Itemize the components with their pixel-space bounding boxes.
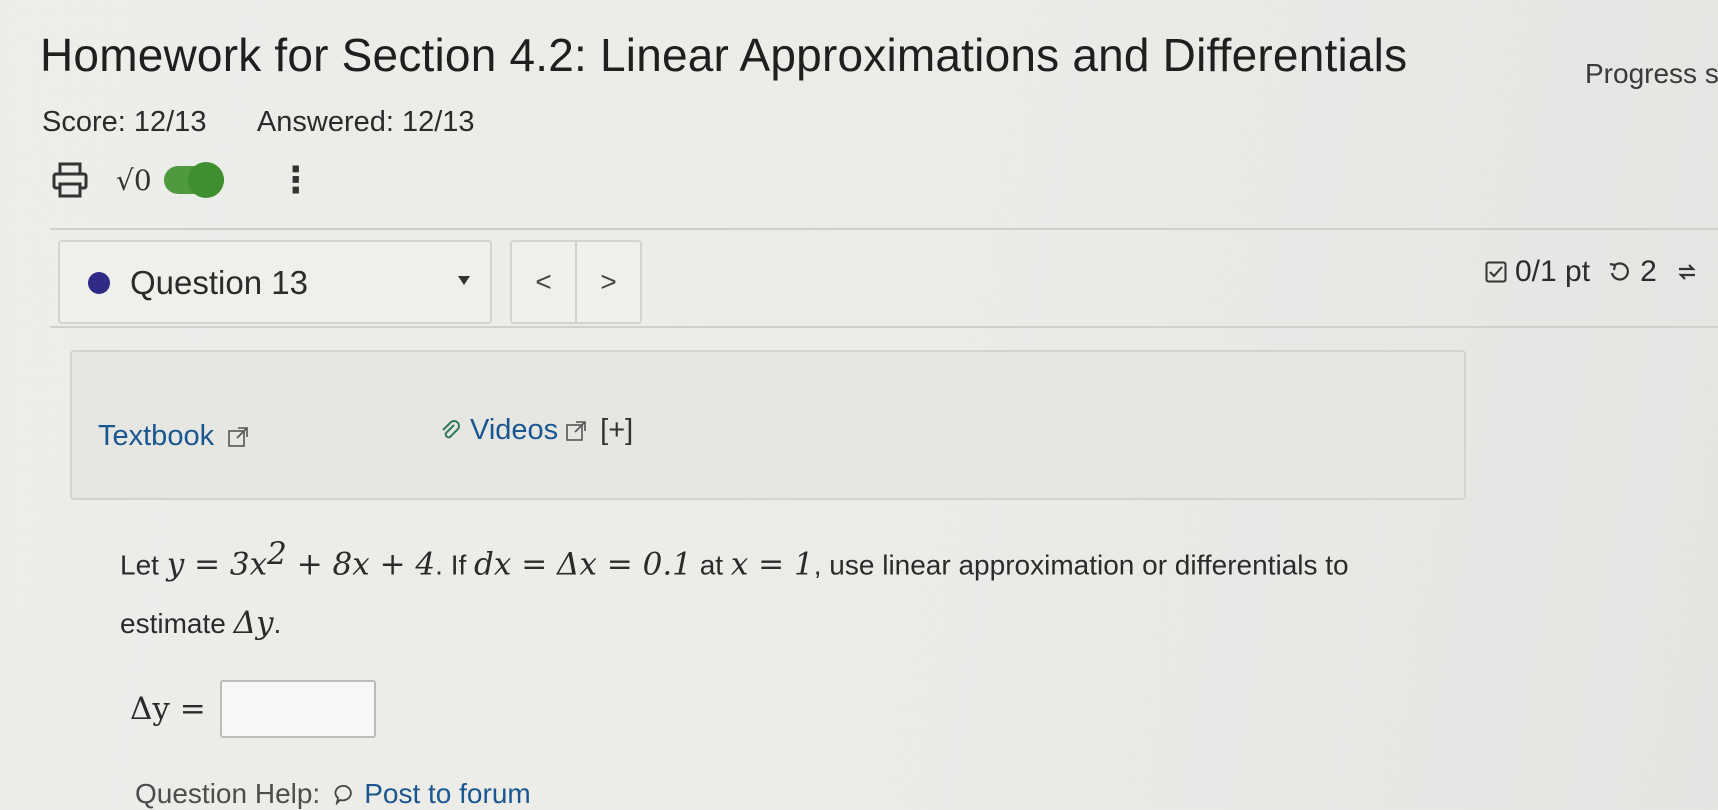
- textbook-label: Textbook: [98, 420, 215, 452]
- resources-panel: Textbook Videos [+]: [70, 350, 1466, 500]
- points-indicator: 0/1 pt 2: [1485, 255, 1699, 289]
- score-text: Score: 12/13: [42, 106, 207, 138]
- question-select-label: Question 13: [130, 264, 308, 301]
- question-text: Let y = 3x2 + 8x + 4. If dx = Δx = 0.1 a…: [120, 525, 1460, 653]
- post-to-forum-label: Post to forum: [364, 778, 531, 809]
- math-toggle-switch[interactable]: [163, 162, 224, 198]
- question-help-label: Question Help:: [135, 778, 321, 809]
- checkbox-icon: [1485, 261, 1507, 283]
- videos-label: Videos: [470, 414, 559, 446]
- external-link-icon: [566, 420, 586, 441]
- status-dot-icon: [88, 272, 110, 294]
- sqrt-icon[interactable]: √0: [116, 164, 152, 197]
- post-to-forum-link[interactable]: Post to forum: [334, 778, 531, 810]
- question-text-part: Let: [120, 549, 167, 581]
- question-text-part: . If: [435, 549, 475, 581]
- prev-question-button[interactable]: <: [512, 242, 575, 322]
- answer-label: Δy =: [130, 691, 206, 727]
- question-pager: < >: [510, 240, 642, 324]
- target-variable: Δy: [233, 605, 274, 642]
- more-vertical-icon[interactable]: ⋮: [278, 162, 314, 198]
- videos-link[interactable]: Videos [+]: [440, 414, 633, 447]
- differential-equation: dx = Δx = 0.1: [474, 546, 692, 583]
- answer-row: Δy =: [130, 680, 376, 738]
- print-icon[interactable]: [50, 160, 90, 200]
- similar-question-icon[interactable]: [1675, 260, 1699, 284]
- divider: [50, 326, 1718, 328]
- score-line: Score: 12/13 Answered: 12/13: [42, 106, 519, 139]
- textbook-link[interactable]: Textbook: [98, 420, 248, 453]
- question-select[interactable]: Question 13: [58, 240, 492, 324]
- delta-y-input[interactable]: [219, 680, 376, 738]
- page-title: Homework for Section 4.2: Linear Approxi…: [40, 29, 1408, 81]
- point-equation: x = 1: [730, 546, 814, 583]
- paperclip-icon: [442, 419, 460, 438]
- external-link-icon: [228, 426, 248, 447]
- next-question-button[interactable]: >: [575, 242, 640, 322]
- retries-count: 2: [1640, 255, 1657, 288]
- expand-resources-button[interactable]: [+]: [600, 414, 633, 447]
- points-text: 0/1 pt: [1515, 255, 1591, 288]
- toolbar: √0 ⋮: [50, 158, 314, 202]
- function-equation: y = 3x: [166, 546, 268, 583]
- speech-bubble-icon: [334, 784, 352, 805]
- question-text-part: at: [691, 549, 731, 581]
- answered-text: Answered: 12/13: [256, 106, 475, 138]
- question-help: Question Help: Post to forum: [135, 778, 531, 810]
- function-equation-rest: + 8x + 4: [286, 546, 436, 583]
- divider: [50, 228, 1718, 230]
- retry-icon: [1609, 262, 1629, 281]
- progress-label[interactable]: Progress s: [1585, 58, 1718, 90]
- question-text-part: .: [273, 608, 282, 640]
- caret-down-icon: [458, 276, 470, 285]
- exponent: 2: [267, 536, 287, 572]
